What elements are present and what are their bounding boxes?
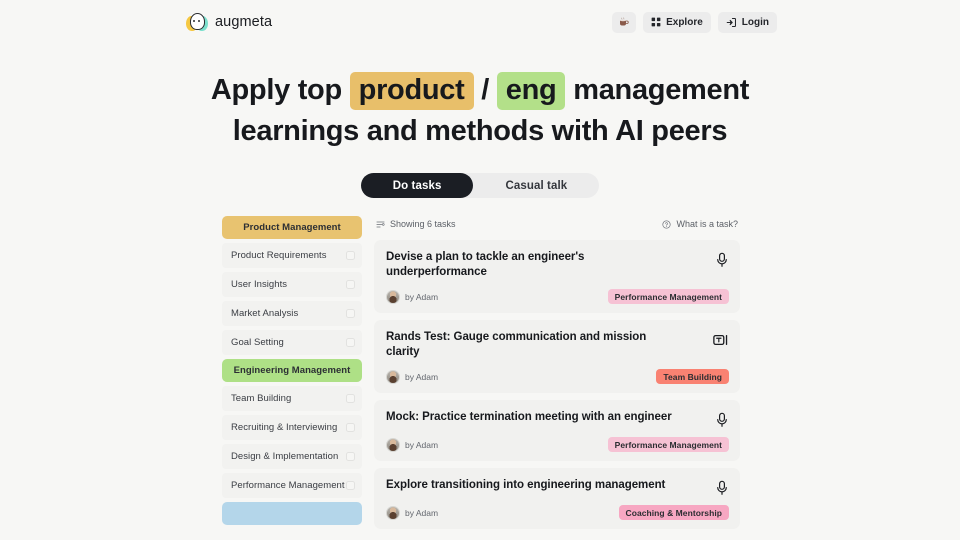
task-card[interactable]: Devise a plan to tackle an engineer's un… [374,240,740,313]
sidebar-item-label: Goal Setting [231,337,284,348]
task-title: Explore transitioning into engineering m… [386,479,666,491]
task-card[interactable]: Mock: Practice termination meeting with … [374,400,740,461]
tab-casual-talk[interactable]: Casual talk [473,173,599,198]
filter-list-icon [376,221,385,227]
task-title: Mock: Practice termination meeting with … [386,411,672,423]
checkbox-icon[interactable] [346,394,355,403]
top-bar: augmeta Explore Login [0,0,960,44]
hero-line-2: learnings and methods with AI peers [232,115,728,147]
brand-name: augmeta [215,14,273,30]
hero-highlight-eng: eng [496,72,566,110]
task-card-top: Explore transitioning into engineering m… [386,478,729,496]
task-author-label: by Adam [405,439,439,450]
task-author-label: by Adam [405,291,439,302]
category-sidebar: Product Management Product Requirements … [222,216,362,525]
top-bar-actions: Explore Login [612,11,777,33]
task-card-top: Mock: Practice termination meeting with … [386,410,729,428]
hero-highlight-product: product [349,72,474,110]
hero-separator: / [481,74,490,106]
microphone-icon[interactable] [715,252,729,268]
status-badge[interactable]: Coaching & Mentorship [618,505,729,520]
sidebar-item-label: Team Building [231,393,292,404]
sidebar-category-product-management[interactable]: Product Management [222,216,362,239]
task-author-label: by Adam [405,507,439,518]
task-list-header: Showing 6 tasks What is a task? [374,216,740,232]
what-is-a-task-link[interactable]: What is a task? [662,219,738,229]
what-is-a-task-label: What is a task? [676,219,738,229]
sidebar-item-label: Design & Implementation [231,451,339,462]
avatar [386,369,400,384]
hero-text-post: management [573,74,750,106]
checkbox-icon[interactable] [346,251,355,260]
sidebar-item-label: Product Requirements [231,250,327,261]
status-badge[interactable]: Team Building [656,369,729,384]
sidebar-item-label: Market Analysis [231,308,299,319]
text-chat-icon[interactable] [713,332,729,348]
mode-toggle: Do tasks Casual talk [360,173,600,198]
task-author-label: by Adam [405,371,439,382]
sidebar-item-label: User Insights [231,279,288,290]
checkbox-icon[interactable] [346,309,355,318]
brand-logo[interactable]: augmeta [186,11,272,33]
task-card-bottom: by Adam Performance Management [386,437,729,452]
sidebar-item-performance-management[interactable]: Performance Management [222,473,362,498]
task-card[interactable]: Explore transitioning into engineering m… [374,468,740,529]
task-author: by Adam [386,369,439,384]
login-button-label: Login [741,16,769,28]
task-card[interactable]: Rands Test: Gauge communication and miss… [374,320,740,393]
coffee-button[interactable] [612,11,637,33]
sidebar-category-engineering-management[interactable]: Engineering Management [222,359,362,382]
checkbox-icon[interactable] [346,481,355,490]
task-list: Showing 6 tasks What is a task? Devise a… [374,216,740,536]
sidebar-item-design-implementation[interactable]: Design & Implementation [222,444,362,469]
task-author: by Adam [386,437,439,452]
sidebar-item-market-analysis[interactable]: Market Analysis [222,301,362,326]
hero-text-pre: Apply top [210,74,342,106]
task-author: by Adam [386,289,439,304]
task-title: Rands Test: Gauge communication and miss… [386,331,647,358]
sidebar-item-goal-setting[interactable]: Goal Setting [222,330,362,355]
sidebar-item-recruiting-interviewing[interactable]: Recruiting & Interviewing [222,415,362,440]
mode-toggle-wrapper: Do tasks Casual talk [0,173,960,198]
sidebar-item-team-building[interactable]: Team Building [222,386,362,411]
avatar [386,289,400,304]
explore-button-label: Explore [666,16,703,28]
status-badge[interactable]: Performance Management [607,437,729,452]
task-card-top: Rands Test: Gauge communication and miss… [386,330,729,360]
task-count: Showing 6 tasks [376,219,456,229]
checkbox-icon[interactable] [346,338,355,347]
checkbox-icon[interactable] [346,452,355,461]
sidebar-item-label: Recruiting & Interviewing [231,422,338,433]
task-card-bottom: by Adam Team Building [386,369,729,384]
sidebar-category-next[interactable] [222,502,362,525]
coffee-cup-icon [620,17,629,26]
sidebar-item-label: Performance Management [231,480,345,491]
content-area: Product Management Product Requirements … [0,198,960,536]
checkbox-icon[interactable] [346,423,355,432]
page-title: Apply top product / eng management learn… [0,70,960,152]
augmeta-mascot-icon [186,11,208,33]
sidebar-item-product-requirements[interactable]: Product Requirements [222,243,362,268]
login-arrow-icon [726,17,736,27]
grid-icon [651,17,661,27]
avatar [386,437,400,452]
microphone-icon[interactable] [715,480,729,496]
sidebar-item-user-insights[interactable]: User Insights [222,272,362,297]
microphone-icon[interactable] [715,412,729,428]
task-card-bottom: by Adam Coaching & Mentorship [386,505,729,520]
task-card-bottom: by Adam Performance Management [386,289,729,304]
login-button[interactable]: Login [717,11,777,33]
avatar [386,505,400,520]
tab-do-tasks[interactable]: Do tasks [360,173,474,198]
task-author: by Adam [386,505,439,520]
checkbox-icon[interactable] [346,280,355,289]
explore-button[interactable]: Explore [643,11,711,33]
task-card-top: Devise a plan to tackle an engineer's un… [386,250,729,280]
status-badge[interactable]: Performance Management [607,289,729,304]
hero-section: Apply top product / eng management learn… [0,44,960,152]
question-circle-icon [662,219,672,229]
task-count-label: Showing 6 tasks [390,219,456,229]
task-title: Devise a plan to tackle an engineer's un… [386,251,585,278]
